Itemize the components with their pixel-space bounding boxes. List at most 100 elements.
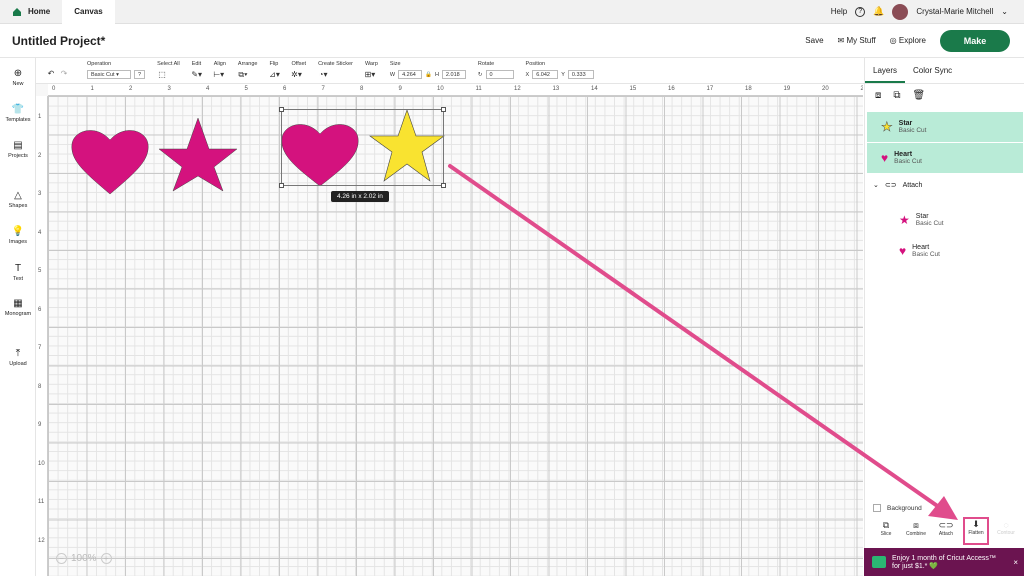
project-title[interactable]: Untitled Project* [0, 34, 105, 48]
select-all-icon[interactable]: ⬚ [157, 70, 167, 79]
slice-icon: ⧉ [882, 520, 890, 530]
tab-layers[interactable]: Layers [865, 58, 906, 83]
chevron-down-icon[interactable]: ⌄ [873, 181, 879, 189]
operation-select[interactable]: Basic Cut ▾ [87, 70, 131, 79]
y-label: Y [561, 71, 565, 78]
sidebar-item-shapes[interactable]: △ Shapes [0, 190, 36, 209]
avatar[interactable] [892, 3, 909, 20]
attach-group-row[interactable]: ⌄ ⊂⊃ Attach [873, 181, 922, 190]
chevron-down-icon[interactable]: ⌄ [1001, 7, 1008, 16]
flatten-button[interactable]: ⬇ Flatten [963, 517, 989, 545]
align-icon[interactable]: ⊢▾ [213, 70, 224, 79]
star-shape-1[interactable] [158, 117, 238, 192]
group-icon[interactable]: ⧈ [875, 90, 881, 101]
user-name[interactable]: Crystal-Marie Mitchell [916, 7, 993, 16]
sidebar-label-monogram: Monogram [4, 311, 32, 317]
flatten-label: Flatten [968, 530, 984, 536]
slice-label: Slice [880, 531, 892, 537]
star-icon: ★ [881, 119, 893, 135]
align-label: Align [213, 61, 226, 67]
select-all-label: Select All [157, 61, 180, 67]
rotate-input[interactable]: 0 [485, 70, 514, 79]
trash-icon[interactable]: 🗑 [913, 90, 926, 101]
monogram-icon: ▦ [13, 298, 23, 309]
sidebar-label-text: Text [12, 276, 24, 282]
edit-icon[interactable]: ✎▾ [191, 70, 202, 79]
combine-button[interactable]: ⧈ Combine [903, 520, 929, 550]
tab-canvas[interactable]: Canvas [62, 0, 115, 24]
duplicate-icon[interactable]: ⧉ [893, 90, 900, 101]
close-icon[interactable]: × [1013, 558, 1018, 567]
upload-icon: ⤒ [15, 348, 21, 359]
sidebar-label-new: New [12, 81, 24, 87]
title-bar: Untitled Project* Save ✉ My Stuff ◎ Expl… [0, 24, 1024, 58]
warp-label: Warp [364, 61, 378, 67]
lock-icon[interactable]: 🔒 [425, 72, 432, 78]
flip-icon[interactable]: ⊿▾ [269, 70, 280, 79]
height-input[interactable]: 2.018 [441, 70, 466, 79]
layer-operation: Basic Cut [915, 220, 944, 227]
heart-icon: ♥ [881, 151, 889, 165]
layer-row[interactable]: ♥ Heart Basic Cut [885, 236, 1023, 266]
warp-icon[interactable]: ⊞▾ [365, 70, 376, 79]
selection-box[interactable] [279, 107, 446, 188]
layer-row[interactable]: ♥ Heart Basic Cut [867, 143, 1023, 173]
sidebar-label-projects: Projects [8, 153, 28, 159]
slice-button[interactable]: ⧉ Slice [873, 520, 899, 550]
offset-icon[interactable]: ✲▾ [291, 70, 302, 79]
y-input[interactable]: 0.333 [567, 70, 594, 79]
star-icon: ★ [899, 213, 910, 227]
resize-handle[interactable] [279, 107, 284, 112]
layer-tools: ⧉ Slice ⧈ Combine ⊂⊃ Attach ⬇ Flatten ◌ Conto… [865, 517, 1024, 550]
shapes-icon: △ [14, 190, 22, 201]
home-icon [13, 7, 21, 16]
attach-button[interactable]: ⊂⊃ Attach [933, 520, 959, 550]
make-button[interactable]: Make [940, 29, 1010, 52]
x-input[interactable]: 6.042 [532, 70, 559, 79]
help-icon[interactable]: ? [855, 6, 866, 17]
heart-icon: ♥ [899, 244, 907, 258]
edit-label: Edit [191, 61, 202, 67]
sticker-icon[interactable]: ◔▾ [318, 70, 328, 79]
width-input[interactable]: 4.264 [398, 70, 423, 79]
zoom-out-icon[interactable]: − [56, 553, 67, 564]
tab-home[interactable]: Home [0, 0, 62, 24]
background-row[interactable]: Background [873, 504, 922, 512]
zoom-in-icon[interactable]: + [100, 553, 112, 564]
bell-icon[interactable]: 🔔 [873, 6, 884, 17]
sidebar-item-new[interactable]: ⊕ New [0, 68, 36, 87]
contour-icon: ◌ [1003, 520, 1009, 530]
sidebar-item-text[interactable]: T Text [0, 263, 36, 282]
explore-button[interactable]: ◎ Explore [890, 36, 926, 45]
my-stuff-button[interactable]: ✉ My Stuff [838, 36, 876, 45]
save-button[interactable]: Save [805, 36, 823, 45]
arrange-icon[interactable]: ⧉▾ [238, 70, 248, 79]
flatten-icon: ⬇ [972, 519, 980, 529]
tab-color-sync[interactable]: Color Sync [905, 58, 960, 83]
position-label: Position [525, 61, 546, 67]
sidebar-item-projects[interactable]: ▤ Projects [0, 140, 36, 159]
sidebar-item-images[interactable]: 💡 Images [0, 226, 36, 245]
promo-banner[interactable]: Enjoy 1 month of Cricut Access™ for just… [864, 548, 1024, 576]
undo-icon[interactable]: ↶ [46, 69, 56, 78]
flip-label: Flip [269, 61, 279, 67]
my-stuff-label: My Stuff [846, 36, 876, 45]
contour-button[interactable]: ◌ Contour [993, 520, 1019, 550]
heart-shape-1[interactable] [71, 130, 149, 195]
operation-help-icon[interactable]: ? [134, 70, 146, 79]
help-label[interactable]: Help [831, 7, 847, 16]
redo-icon[interactable]: ↷ [59, 69, 69, 78]
sidebar-item-upload[interactable]: ⤒ Upload [0, 348, 36, 367]
design-canvas[interactable]: 0123456789101112131415161718192021 12345… [36, 84, 863, 576]
background-checkbox[interactable] [873, 504, 881, 512]
layer-operation: Basic Cut [898, 127, 927, 134]
width-label: W [389, 71, 396, 78]
layer-row[interactable]: ★ Star Basic Cut [885, 205, 1023, 235]
resize-handle[interactable] [441, 107, 446, 112]
resize-handle[interactable] [441, 183, 446, 188]
sidebar-item-templates[interactable]: 👕 Templates [0, 104, 36, 123]
layer-row[interactable]: ★ Star Basic Cut [867, 112, 1023, 142]
resize-handle[interactable] [279, 183, 284, 188]
sidebar-item-monogram[interactable]: ▦ Monogram [0, 298, 36, 317]
attach-icon: ⊂⊃ [938, 520, 954, 530]
